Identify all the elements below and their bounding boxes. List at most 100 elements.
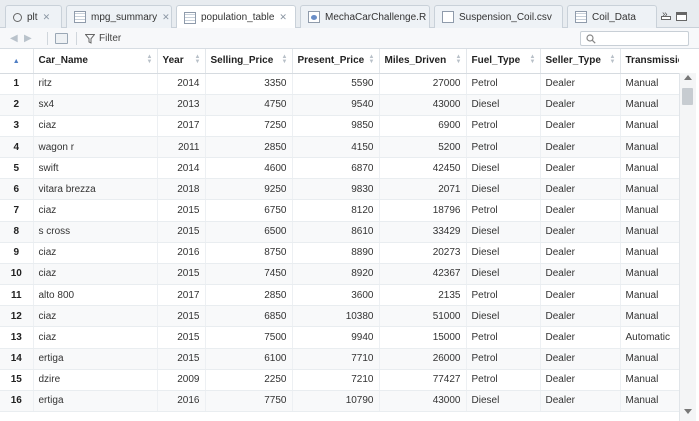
table-row[interactable]: 7 ciaz 2015 6750 8120 18796 Petrol Dealer Manual [0, 199, 679, 222]
table-cell[interactable]: 2009 [157, 369, 206, 391]
table-cell[interactable]: Diesel [466, 94, 541, 116]
tab-plt[interactable]: plt ✕ [5, 5, 62, 28]
table-cell[interactable]: ertiga [33, 390, 158, 413]
vertical-scrollbar[interactable] [679, 73, 696, 421]
close-icon[interactable]: ✕ [279, 12, 287, 23]
table-cell[interactable]: Manual [620, 157, 679, 180]
table-row[interactable]: 14 ertiga 2015 6100 7710 26000 Petrol Dealer Man… [0, 348, 679, 370]
table-cell[interactable]: 2071 [379, 178, 467, 201]
table-cell[interactable]: 2015 [157, 326, 206, 349]
table-cell[interactable]: Petrol [466, 73, 541, 95]
tab-mechacarchallenge[interactable]: MechaCarChallenge.R ✕ [300, 5, 430, 28]
table-cell[interactable]: 18796 [379, 199, 467, 222]
table-cell[interactable]: 3350 [205, 73, 293, 95]
table-cell[interactable]: Diesel [466, 263, 541, 286]
table-cell[interactable]: 8890 [292, 242, 380, 264]
tab-mpg-summary[interactable]: mpg_summary ✕ [66, 5, 172, 28]
table-cell[interactable]: Dealer [540, 284, 621, 307]
row-number[interactable]: 4 [0, 136, 34, 159]
column-header-seller-type[interactable]: Seller_Type ▲ ▼ [540, 49, 621, 74]
table-cell[interactable]: Manual [620, 263, 679, 286]
table-cell[interactable]: swift [33, 157, 158, 180]
table-cell[interactable]: 8920 [292, 263, 380, 286]
table-cell[interactable]: 5590 [292, 73, 380, 95]
scroll-up-arrow-icon[interactable] [684, 75, 692, 80]
table-cell[interactable]: s cross [33, 221, 158, 243]
table-cell[interactable]: 2016 [157, 242, 206, 264]
row-number[interactable]: 7 [0, 199, 34, 222]
table-cell[interactable]: alto 800 [33, 284, 158, 307]
table-cell[interactable]: 7250 [205, 115, 293, 137]
table-cell[interactable]: Dealer [540, 369, 621, 391]
table-cell[interactable]: Dealer [540, 73, 621, 95]
row-number[interactable]: 5 [0, 157, 34, 180]
table-cell[interactable]: Diesel [466, 242, 541, 264]
search-box[interactable] [580, 31, 689, 46]
table-cell[interactable]: 2015 [157, 221, 206, 243]
table-cell[interactable]: 9830 [292, 178, 380, 201]
table-cell[interactable]: 2850 [205, 136, 293, 159]
column-header-fuel-type[interactable]: Fuel_Type ▲ ▼ [466, 49, 541, 74]
table-cell[interactable]: 2015 [157, 305, 206, 328]
table-row[interactable]: 6 vitara brezza 2018 9250 9830 2071 Diesel Deal… [0, 178, 679, 201]
table-row[interactable]: 16 ertiga 2016 7750 10790 43000 Diesel Dealer Ma… [0, 390, 679, 413]
table-row[interactable]: 9 ciaz 2016 8750 8890 20273 Diesel Dealer Manual [0, 242, 679, 264]
table-cell[interactable]: Dealer [540, 178, 621, 201]
table-cell[interactable]: wagon r [33, 136, 158, 159]
table-cell[interactable]: Dealer [540, 305, 621, 328]
table-cell[interactable]: Petrol [466, 115, 541, 137]
table-cell[interactable]: Petrol [466, 199, 541, 222]
table-cell[interactable]: dzire [33, 369, 158, 391]
table-cell[interactable]: Manual [620, 178, 679, 201]
table-cell[interactable]: 9540 [292, 94, 380, 116]
table-row[interactable]: 12 ciaz 2015 6850 10380 51000 Diesel Dealer Manu… [0, 305, 679, 328]
table-cell[interactable]: 51000 [379, 305, 467, 328]
table-cell[interactable]: Dealer [540, 94, 621, 116]
table-cell[interactable]: 33429 [379, 221, 467, 243]
table-cell[interactable]: Diesel [466, 221, 541, 243]
column-header-transmission[interactable]: Transmission [620, 49, 679, 74]
row-number[interactable]: 16 [0, 390, 34, 413]
popout-window-icon[interactable] [55, 33, 68, 44]
table-row[interactable]: 11 alto 800 2017 2850 3600 2135 Petrol Dealer Ma… [0, 284, 679, 307]
table-cell[interactable]: Manual [620, 73, 679, 95]
table-cell[interactable]: 9940 [292, 326, 380, 349]
row-number[interactable]: 12 [0, 305, 34, 328]
table-cell[interactable]: Diesel [466, 305, 541, 328]
table-cell[interactable]: Manual [620, 348, 679, 370]
row-number[interactable]: 11 [0, 284, 34, 307]
close-icon[interactable]: ✕ [43, 12, 51, 23]
table-cell[interactable]: ciaz [33, 263, 158, 286]
table-cell[interactable]: Diesel [466, 157, 541, 180]
table-cell[interactable]: Dealer [540, 242, 621, 264]
table-cell[interactable]: Manual [620, 284, 679, 307]
table-row[interactable]: 1 ritz 2014 3350 5590 27000 Petrol Dealer Manual [0, 73, 679, 95]
table-cell[interactable]: 2016 [157, 390, 206, 413]
table-row[interactable]: 15 dzire 2009 2250 7210 77427 Petrol Dealer Manu… [0, 369, 679, 391]
filter-button[interactable]: Filter [85, 31, 121, 46]
table-cell[interactable]: 42450 [379, 157, 467, 180]
column-header-present-price[interactable]: Present_Price ▲ ▼ [292, 49, 380, 74]
table-cell[interactable]: Petrol [466, 348, 541, 370]
search-input[interactable] [599, 33, 685, 44]
table-cell[interactable]: Dealer [540, 326, 621, 349]
row-number[interactable]: 13 [0, 326, 34, 349]
table-cell[interactable]: Manual [620, 305, 679, 328]
minimize-pane-icon[interactable] [661, 16, 671, 20]
table-row[interactable]: 10 ciaz 2015 7450 8920 42367 Diesel Dealer Manua… [0, 263, 679, 286]
table-cell[interactable]: vitara brezza [33, 178, 158, 201]
table-cell[interactable]: 2017 [157, 115, 206, 137]
table-cell[interactable]: Manual [620, 242, 679, 264]
tab-suspension-coil[interactable]: Suspension_Coil.csv [434, 5, 563, 28]
table-cell[interactable]: 7710 [292, 348, 380, 370]
table-cell[interactable]: 43000 [379, 94, 467, 116]
row-number[interactable]: 10 [0, 263, 34, 286]
table-cell[interactable]: 3600 [292, 284, 380, 307]
column-header-year[interactable]: Year ▲ ▼ [157, 49, 206, 74]
scrollbar-thumb[interactable] [682, 88, 693, 105]
table-cell[interactable]: ritz [33, 73, 158, 95]
table-cell[interactable]: 9850 [292, 115, 380, 137]
maximize-pane-icon[interactable] [676, 12, 687, 21]
table-cell[interactable]: 8120 [292, 199, 380, 222]
table-cell[interactable]: 2015 [157, 199, 206, 222]
